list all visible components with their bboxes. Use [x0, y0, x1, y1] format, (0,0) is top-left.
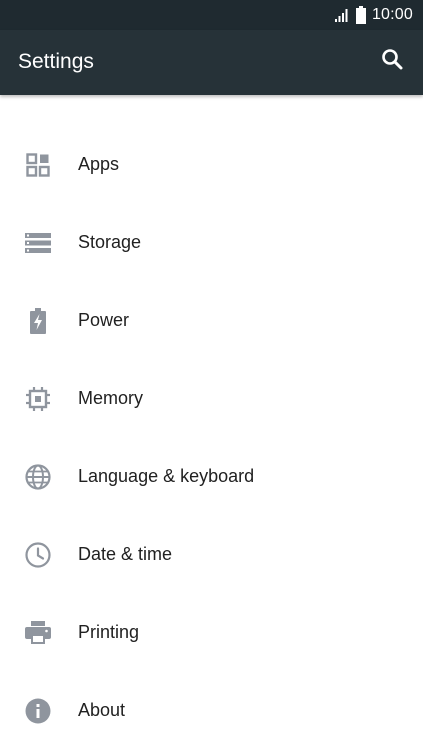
list-item-label: Memory	[78, 388, 144, 408]
battery-icon	[355, 6, 367, 24]
list-item-label: Power	[78, 310, 130, 330]
list-item-date-time[interactable]: Date & time	[0, 516, 423, 594]
settings-item-icon	[24, 95, 52, 101]
list-item-partial[interactable]	[0, 95, 423, 126]
list-item-label: Storage	[78, 232, 142, 252]
status-bar: 10:00	[0, 0, 423, 30]
list-item-power[interactable]: Power	[0, 282, 423, 360]
list-item-apps[interactable]: Apps	[0, 126, 423, 204]
list-item-label: About	[78, 700, 126, 720]
list-item-memory[interactable]: Memory	[0, 360, 423, 438]
printer-icon	[24, 619, 52, 647]
search-button[interactable]	[377, 46, 407, 76]
list-item-language-keyboard[interactable]: Language & keyboard	[0, 438, 423, 516]
battery-charging-icon	[24, 307, 52, 335]
info-icon	[24, 697, 52, 725]
globe-icon	[24, 463, 52, 491]
memory-chip-icon	[24, 385, 52, 413]
list-item-label: Apps	[78, 154, 120, 174]
search-icon	[380, 47, 404, 76]
clock-icon	[24, 541, 52, 569]
list-item-storage[interactable]: Storage	[0, 204, 423, 282]
list-item-about[interactable]: About	[0, 672, 423, 750]
list-item-label: Date & time	[78, 544, 173, 564]
list-item-printing[interactable]: Printing	[0, 594, 423, 672]
apps-grid-icon	[24, 151, 52, 179]
clock: 10:00	[371, 6, 413, 23]
list-item-label: Printing	[78, 622, 140, 642]
page-title: Settings	[18, 50, 94, 73]
storage-icon	[24, 229, 52, 257]
app-bar: Settings	[0, 30, 423, 95]
signal-icon	[334, 7, 350, 23]
list-item-label: Language & keyboard	[78, 466, 255, 486]
status-icons	[334, 6, 367, 24]
settings-list[interactable]: Apps Storage Power Memory Language & key…	[0, 95, 423, 752]
